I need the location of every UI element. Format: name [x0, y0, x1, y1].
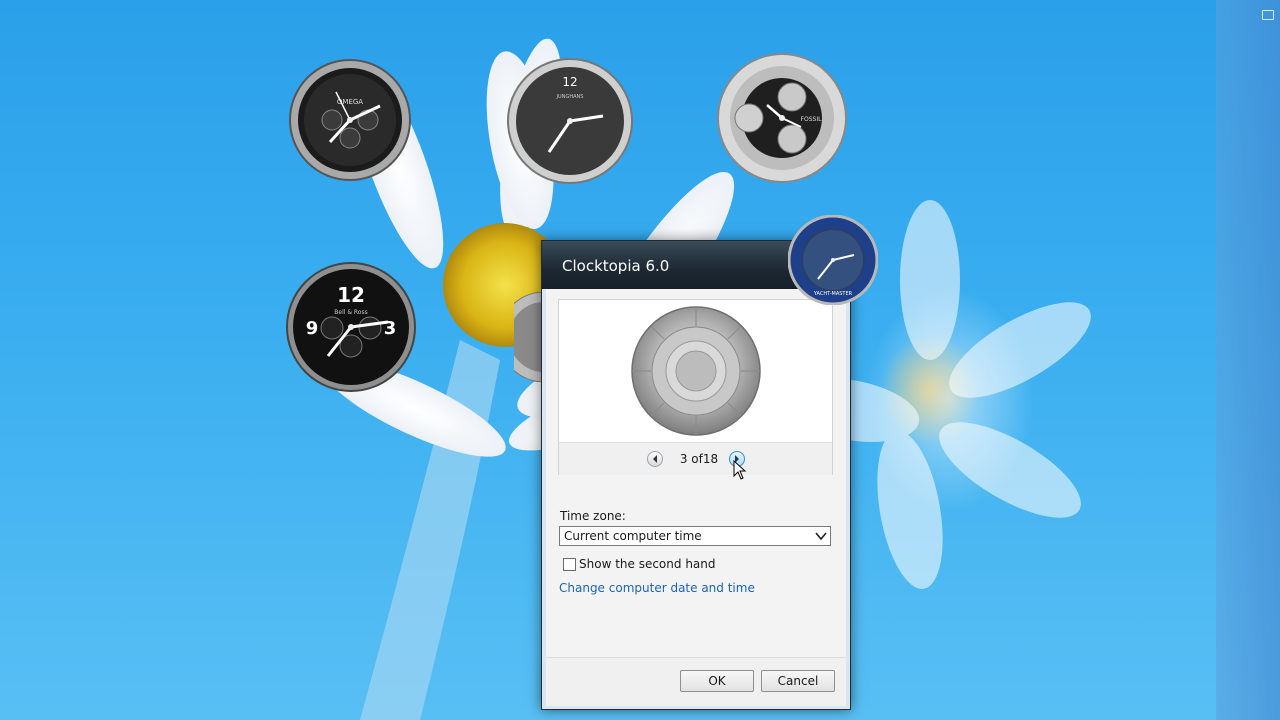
- desktop-right-strip: [1216, 0, 1280, 720]
- dialog-footer: OK Cancel: [546, 657, 846, 706]
- previous-clock-button[interactable]: [647, 451, 663, 467]
- fossil-clock-gadget[interactable]: FOSSIL: [717, 53, 847, 183]
- left-arrow-icon: [653, 455, 657, 463]
- timezone-select[interactable]: Current computer time: [559, 526, 831, 546]
- rolex-yachtmaster-clock-gadget[interactable]: YACHT-MASTER: [788, 215, 878, 305]
- junghans-brand-text: JUNGHANS: [556, 94, 584, 100]
- mouse-cursor-icon: [733, 460, 747, 480]
- fossil-brand-text: FOSSIL: [801, 116, 823, 123]
- clock-pager: 3 of18: [559, 442, 832, 475]
- cancel-button[interactable]: Cancel: [761, 670, 835, 692]
- show-second-hand-label[interactable]: Show the second hand: [579, 557, 716, 571]
- junghans-clock-gadget[interactable]: 12 JUNGHANS: [507, 58, 633, 184]
- silver-clock-gadget-partial[interactable]: [514, 292, 544, 382]
- yachtmaster-brand-text: YACHT-MASTER: [813, 291, 853, 297]
- dialog-title: Clocktopia 6.0: [562, 257, 670, 275]
- page-counter: 3 of18: [679, 452, 719, 466]
- desktop-background: OMEGA 12 JUNGHANS FOSSIL 12 3 9 Bell & R…: [0, 0, 1280, 720]
- timezone-selected-value: Current computer time: [564, 529, 702, 543]
- chevron-down-icon: [815, 532, 827, 541]
- timezone-label: Time zone:: [560, 509, 626, 523]
- window-icon: [1262, 10, 1274, 20]
- bell-ross-nine-text: 9: [306, 318, 319, 339]
- omega-clock-gadget[interactable]: OMEGA: [288, 58, 412, 182]
- bell-ross-twelve-text: 12: [337, 283, 365, 307]
- ok-button[interactable]: OK: [680, 670, 754, 692]
- show-second-hand-checkbox[interactable]: [563, 558, 576, 571]
- junghans-twelve-text: 12: [562, 75, 577, 89]
- change-date-time-link[interactable]: Change computer date and time: [559, 581, 755, 595]
- clock-preview-panel: 3 of18: [558, 299, 833, 475]
- clocktopia-settings-dialog: Clocktopia 6.0 3 of18 Time zone: Current…: [541, 240, 851, 710]
- bell-ross-clock-gadget[interactable]: 12 3 9 Bell & Ross: [286, 262, 416, 392]
- dialog-body: 3 of18 Time zone: Current computer time …: [546, 289, 846, 657]
- preview-clock-face: [631, 306, 761, 440]
- bell-ross-brand-text: Bell & Ross: [334, 309, 367, 316]
